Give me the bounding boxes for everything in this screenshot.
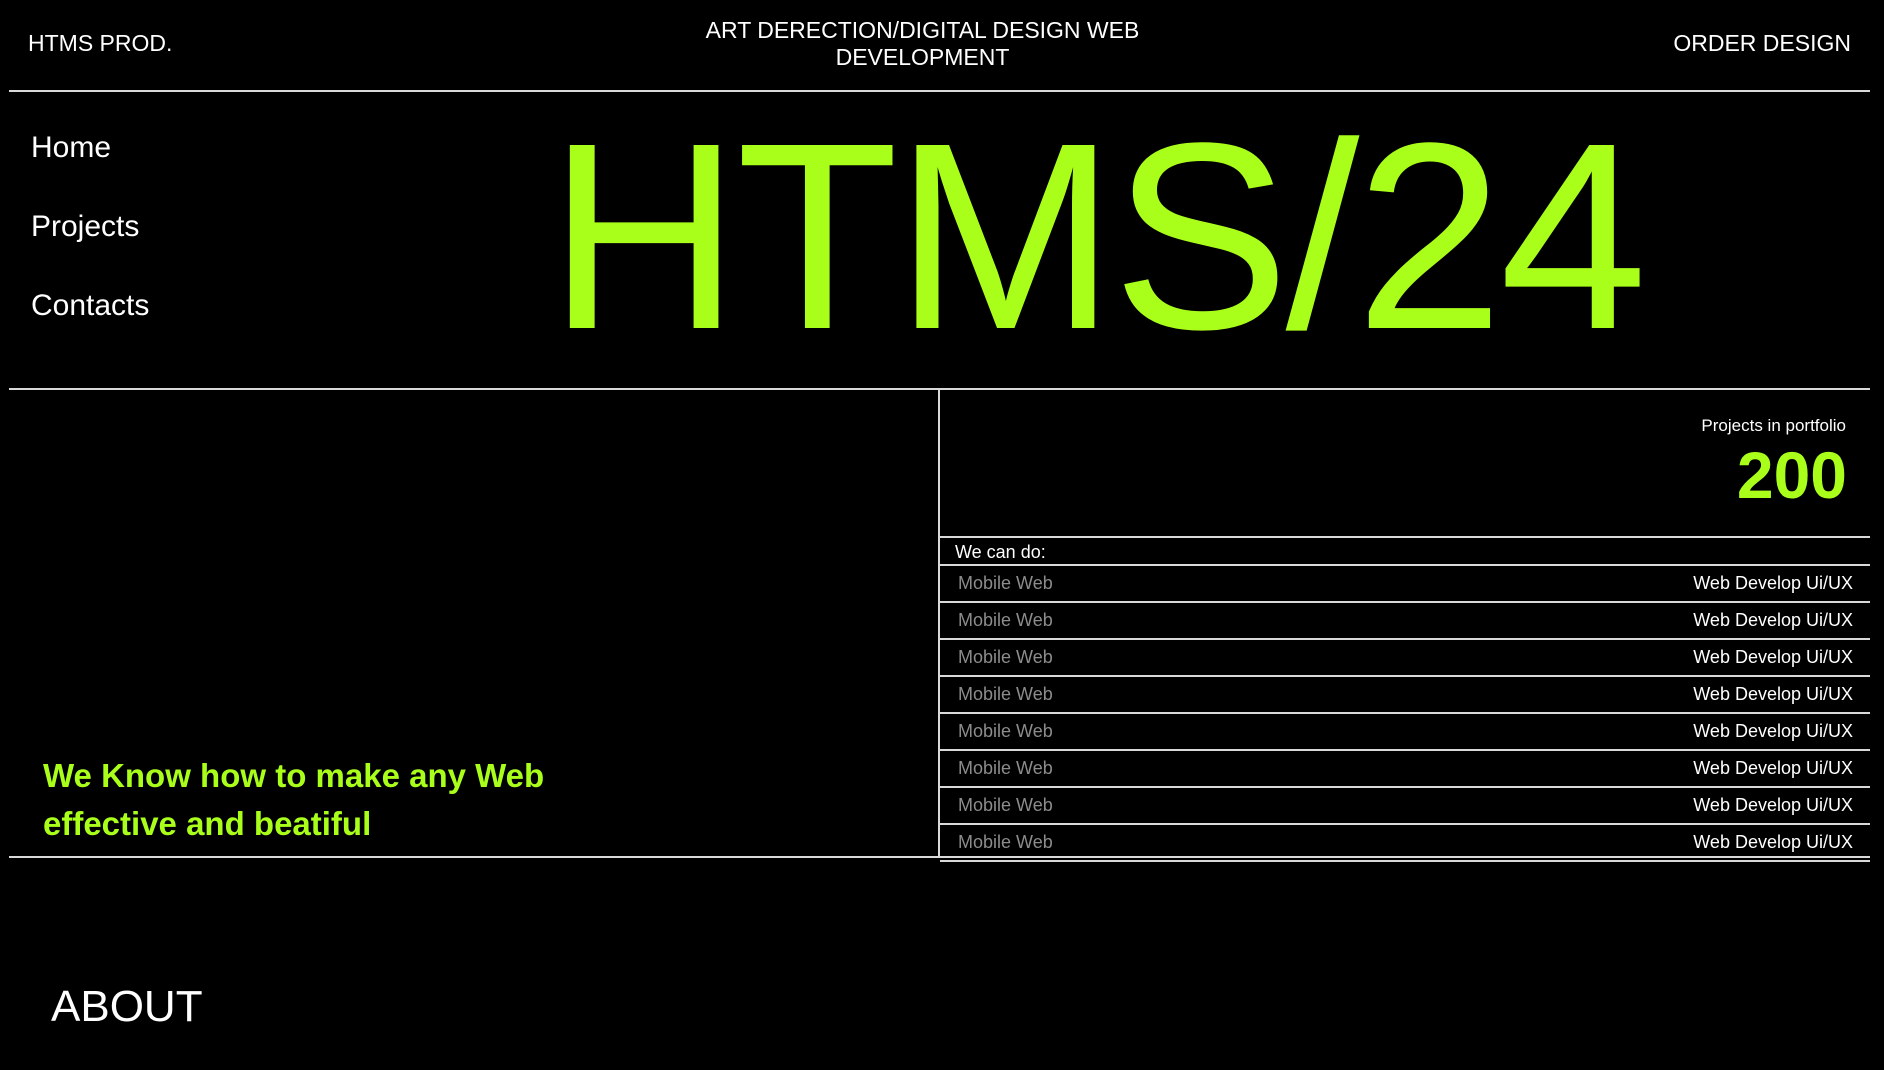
hero-title: HTMS/24 bbox=[548, 88, 1647, 385]
service-left-label: Mobile Web bbox=[958, 684, 1053, 704]
service-row: Mobile Web Web Develop Ui/UX bbox=[940, 675, 1870, 712]
services-heading: We can do: bbox=[955, 542, 1046, 562]
service-right-label: Web Develop Ui/UX bbox=[1693, 721, 1853, 741]
main-nav: Home Projects Contacts bbox=[31, 131, 149, 368]
projects-count-value: 200 bbox=[1736, 438, 1847, 512]
service-left-label: Mobile Web bbox=[958, 832, 1053, 852]
service-row: Mobile Web Web Develop Ui/UX bbox=[940, 786, 1870, 823]
order-design-button[interactable]: ORDER DESIGN bbox=[1673, 30, 1851, 57]
service-right-label: Web Develop Ui/UX bbox=[1693, 610, 1853, 630]
projects-count-label: Projects in portfolio bbox=[1701, 416, 1846, 435]
service-left-label: Mobile Web bbox=[958, 758, 1053, 778]
service-row: Mobile Web Web Develop Ui/UX bbox=[940, 749, 1870, 786]
services-list: Mobile Web Web Develop Ui/UX Mobile Web … bbox=[940, 564, 1870, 862]
service-left-label: Mobile Web bbox=[958, 721, 1053, 741]
service-right-label: Web Develop Ui/UX bbox=[1693, 573, 1853, 593]
header-tagline: ART DERECTION/DIGITAL DESIGN WEB DEVELOP… bbox=[705, 17, 1140, 70]
brand-logo[interactable]: HTMS PROD. bbox=[28, 30, 172, 57]
service-row: Mobile Web Web Develop Ui/UX bbox=[940, 712, 1870, 749]
service-row: Mobile Web Web Develop Ui/UX bbox=[940, 638, 1870, 675]
service-right-label: Web Develop Ui/UX bbox=[1693, 832, 1853, 852]
service-left-label: Mobile Web bbox=[958, 573, 1053, 593]
service-right-label: Web Develop Ui/UX bbox=[1693, 758, 1853, 778]
slogan-text: We Know how to make any Web effective an… bbox=[43, 757, 545, 842]
service-right-label: Web Develop Ui/UX bbox=[1693, 795, 1853, 815]
service-row: Mobile Web Web Develop Ui/UX bbox=[940, 564, 1870, 601]
stats-divider bbox=[940, 536, 1870, 538]
nav-item-contacts[interactable]: Contacts bbox=[31, 289, 149, 323]
service-left-label: Mobile Web bbox=[958, 610, 1053, 630]
service-right-label: Web Develop Ui/UX bbox=[1693, 684, 1853, 704]
service-row: Mobile Web Web Develop Ui/UX bbox=[940, 601, 1870, 638]
service-right-label: Web Develop Ui/UX bbox=[1693, 647, 1853, 667]
section-divider bbox=[9, 856, 1870, 858]
about-heading: ABOUT bbox=[51, 982, 203, 1031]
service-left-label: Mobile Web bbox=[958, 647, 1053, 667]
nav-item-home[interactable]: Home bbox=[31, 131, 149, 165]
nav-item-projects[interactable]: Projects bbox=[31, 210, 149, 244]
service-left-label: Mobile Web bbox=[958, 795, 1053, 815]
